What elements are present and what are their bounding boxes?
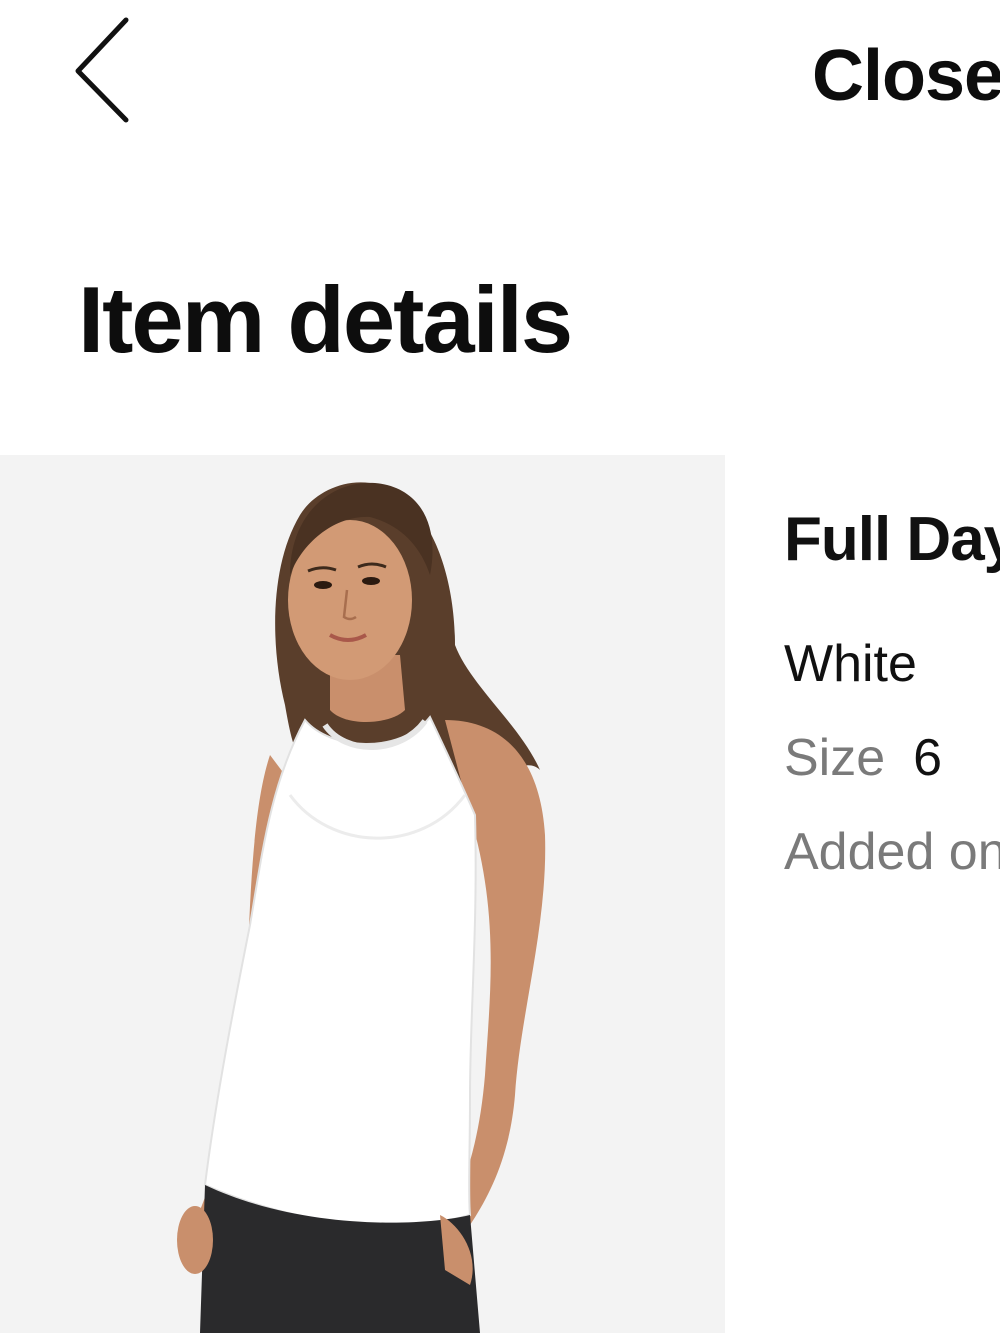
product-image xyxy=(0,455,725,1333)
chevron-left-icon xyxy=(75,17,129,123)
page-title: Item details xyxy=(78,267,573,372)
size-value: 6 xyxy=(913,729,943,787)
item-details-screen: Close Item details Full Day White Size 6… xyxy=(0,0,1000,1333)
back-button[interactable] xyxy=(60,12,150,130)
product-name[interactable]: Full Day xyxy=(784,505,1000,575)
size-row: Size 6 xyxy=(784,728,942,788)
close-button[interactable]: Close xyxy=(812,36,1000,116)
product-color: White xyxy=(784,635,917,693)
size-label: Size xyxy=(784,729,886,787)
added-on-text: Added on xyxy=(784,823,1000,881)
